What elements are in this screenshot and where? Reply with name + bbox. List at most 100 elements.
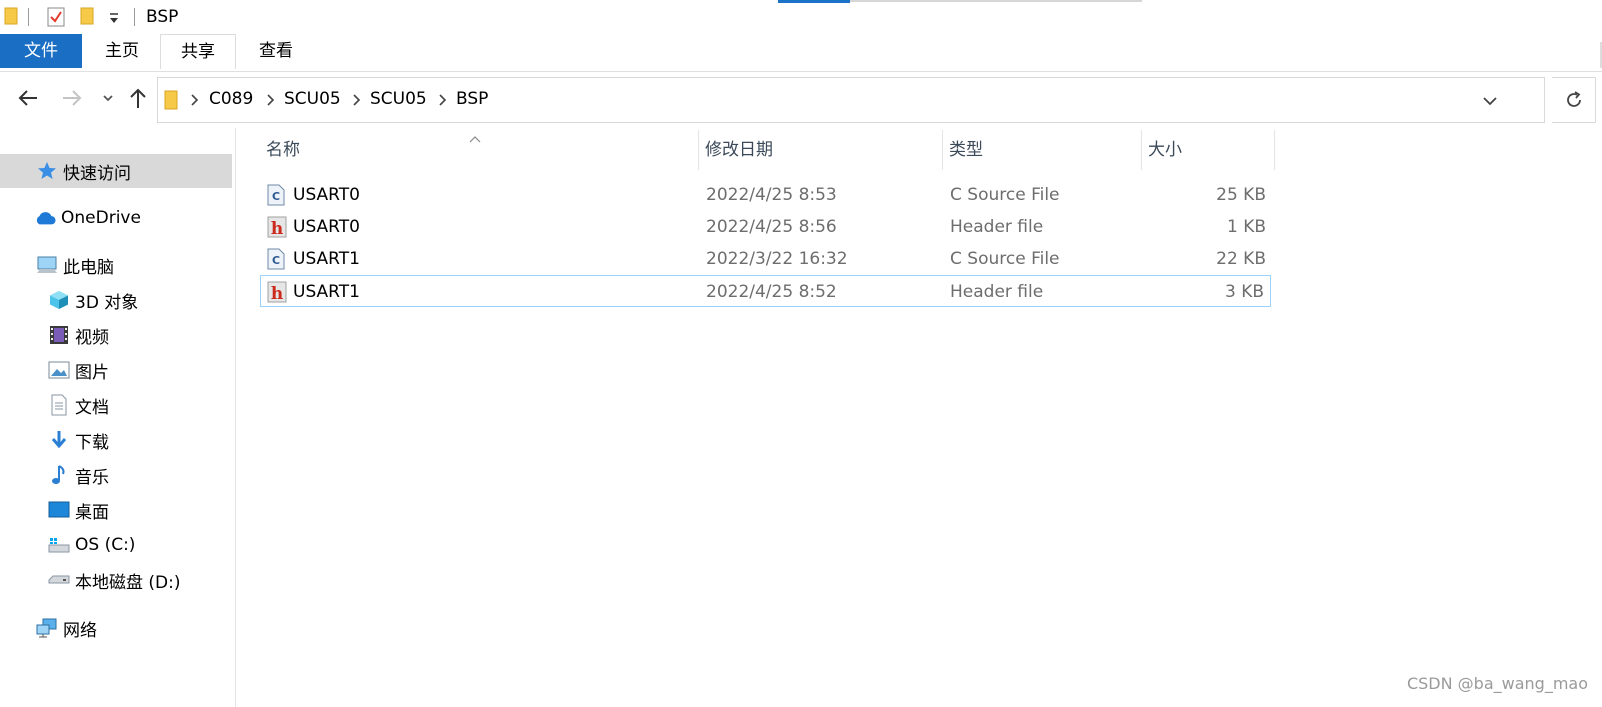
music-icon [48,464,70,486]
drive-c-icon [48,534,70,556]
file-name: USART0 [293,185,360,205]
chevron-right-icon[interactable] [350,92,362,108]
back-button[interactable] [14,84,42,112]
file-date-modified: 2022/4/25 8:56 [706,217,837,237]
ribbon-tabs: 文件 主页 共享 查看 [0,34,1602,72]
download-icon [48,429,70,451]
tab-share[interactable]: 共享 [160,34,236,69]
title-separator [28,8,29,26]
star-icon [36,160,58,182]
file-name: USART1 [293,249,360,269]
refresh-icon [1566,91,1581,107]
file-size: 22 KB [1216,249,1266,269]
h-file-icon: h [267,281,287,304]
sidebar-item-label: 3D 对象 [75,292,139,313]
properties-icon[interactable] [46,6,66,33]
title-accent [778,0,850,3]
chevron-down-icon[interactable] [1482,92,1498,112]
sidebar-item-onedrive[interactable]: OneDrive [0,201,232,235]
film-icon [48,324,70,346]
recent-locations-button[interactable] [94,84,122,112]
svg-text:h: h [271,284,283,303]
chevron-right-icon[interactable] [188,92,200,108]
chevron-right-icon[interactable] [436,92,448,108]
computer-icon [36,254,58,276]
svg-text:h: h [271,219,283,238]
c-file-icon: C [267,248,287,270]
watermark-text: CSDN @ba_wang_mao [1406,674,1588,693]
c-file-icon: C [267,184,287,206]
address-bar[interactable]: C089 SCU05 SCU05 BSP [157,77,1545,123]
file-row[interactable]: C USART0 2022/4/25 8:53 C Source File 25… [261,179,1272,211]
sidebar-item-pictures[interactable]: 图片 [0,353,232,387]
column-header-size[interactable]: 大小 [1142,130,1274,170]
file-row[interactable]: C USART1 2022/3/22 16:32 C Source File 2… [261,243,1272,275]
file-date-modified: 2022/4/25 8:52 [706,282,837,302]
navigation-pane: 快速访问 OneDrive 此电脑 3D 对象 视频 图片 文档 下载 音乐 桌… [0,128,236,707]
sidebar-item-videos[interactable]: 视频 [0,318,232,352]
sidebar-item-network[interactable]: 网络 [0,611,232,645]
navigation-bar: C089 SCU05 SCU05 BSP [0,72,1602,128]
file-row[interactable]: h USART0 2022/4/25 8:56 Header file 1 KB [261,211,1272,243]
file-type: C Source File [950,185,1060,205]
breadcrumb-bsp[interactable]: BSP [456,89,488,109]
sidebar-item-label: 视频 [75,327,109,348]
sidebar-item-label: OS (C:) [75,535,136,555]
sidebar-item-music[interactable]: 音乐 [0,458,232,492]
tab-home[interactable]: 主页 [98,34,146,68]
sidebar-item-documents[interactable]: 文档 [0,388,232,422]
up-button[interactable] [124,84,152,112]
file-name: USART0 [293,217,360,237]
drive-d-icon [48,569,70,591]
folder-icon [4,6,18,31]
file-row-selected[interactable]: h USART1 2022/4/25 8:52 Header file 3 KB [260,275,1271,307]
breadcrumb-scu05-inner[interactable]: SCU05 [370,89,427,109]
customize-quick-access-icon[interactable] [108,10,120,30]
folder-icon [164,89,178,116]
sidebar-item-desktop[interactable]: 桌面 [0,493,232,527]
sidebar-item-drive-c[interactable]: OS (C:) [0,528,232,562]
breadcrumb-c089[interactable]: C089 [209,89,253,109]
title-bar: BSP [0,0,1602,34]
file-type: C Source File [950,249,1060,269]
column-divider[interactable] [1274,130,1275,170]
tab-file[interactable]: 文件 [0,34,82,68]
picture-icon [48,359,70,381]
desktop-icon [48,499,70,521]
sidebar-item-3d-objects[interactable]: 3D 对象 [0,283,232,317]
sidebar-item-label: 快速访问 [63,163,131,184]
sidebar-item-label: OneDrive [61,208,141,228]
file-name: USART1 [293,282,360,302]
sidebar-item-label: 桌面 [75,502,109,523]
file-size: 3 KB [1224,282,1264,302]
document-icon [48,394,70,416]
new-folder-icon[interactable] [80,6,94,31]
sidebar-item-label: 图片 [75,362,109,383]
column-header-name[interactable]: 名称 [260,130,698,170]
network-icon [36,617,58,639]
sidebar-item-label: 下载 [75,432,109,453]
sidebar-item-this-pc[interactable]: 此电脑 [0,248,232,282]
sidebar-item-label: 本地磁盘 (D:) [75,572,181,593]
file-type: Header file [950,217,1044,237]
forward-button[interactable] [58,84,86,112]
svg-text:C: C [272,254,280,267]
column-header-date-modified[interactable]: 修改日期 [699,130,942,170]
chevron-right-icon[interactable] [264,92,276,108]
tab-view[interactable]: 查看 [252,34,300,68]
breadcrumb-scu05[interactable]: SCU05 [284,89,341,109]
title-separator [134,8,135,26]
sidebar-item-quick-access[interactable]: 快速访问 [0,154,232,188]
window-title: BSP [146,7,179,27]
title-accent-track [850,0,1142,2]
sidebar-item-label: 文档 [75,397,109,418]
sidebar-item-drive-d[interactable]: 本地磁盘 (D:) [0,563,232,597]
column-header-type[interactable]: 类型 [943,130,1141,170]
sidebar-item-downloads[interactable]: 下载 [0,423,232,457]
refresh-button[interactable] [1552,77,1596,123]
file-date-modified: 2022/3/22 16:32 [706,249,848,269]
sidebar-item-label: 此电脑 [63,257,114,278]
h-file-icon: h [267,216,287,239]
sidebar-item-label: 音乐 [75,467,109,488]
file-date-modified: 2022/4/25 8:53 [706,185,837,205]
